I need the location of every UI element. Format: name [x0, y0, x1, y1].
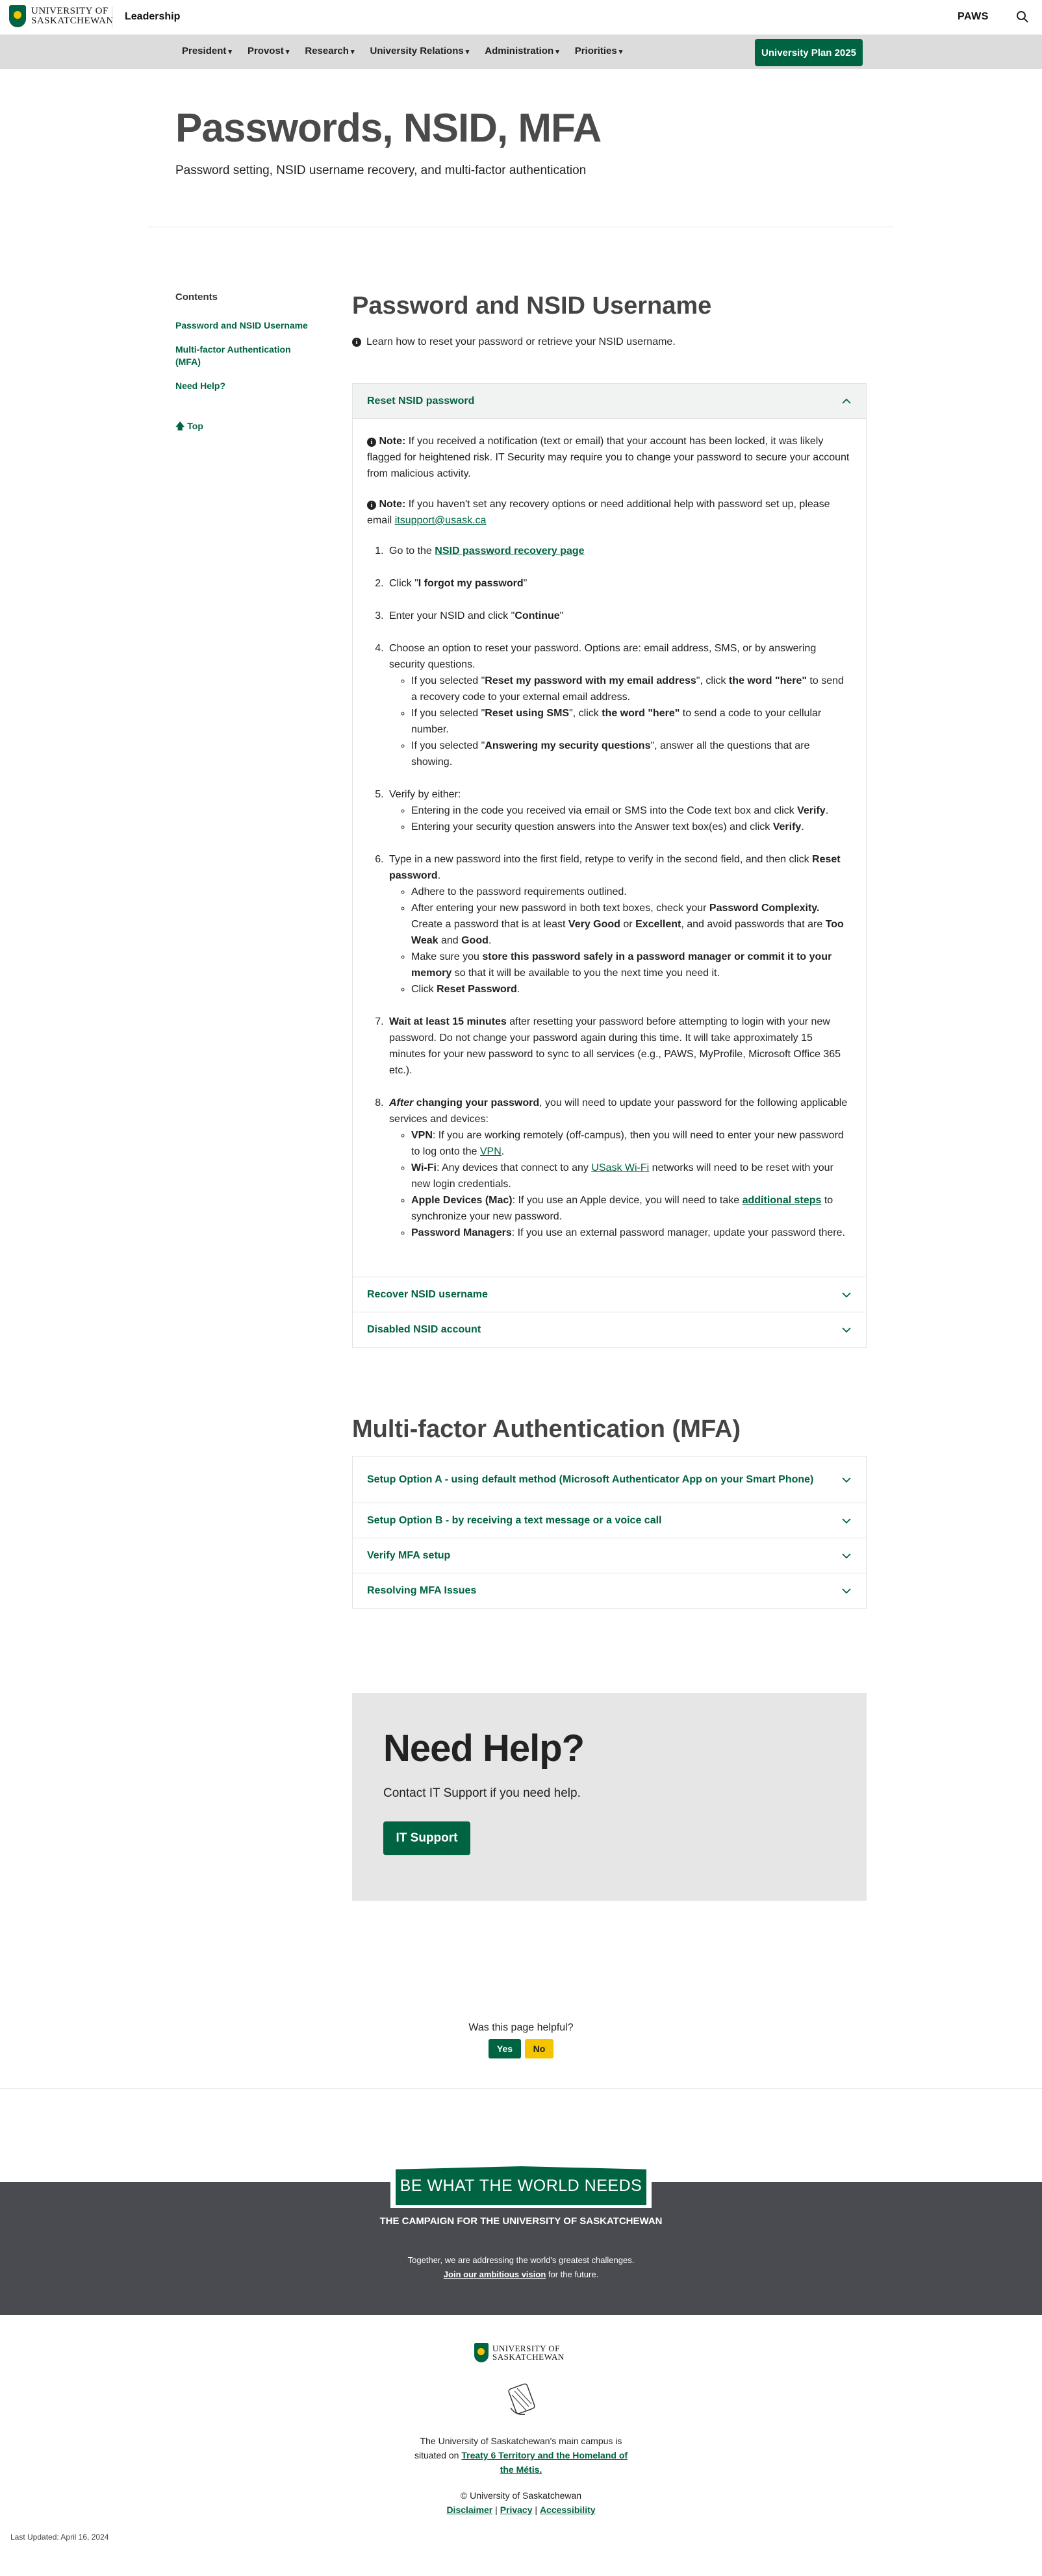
section-title-password: Password and NSID Username [352, 292, 712, 319]
toc-link-help[interactable]: Need Help? [175, 380, 318, 392]
site-name-link[interactable]: Leadership [125, 11, 180, 23]
additional-steps-link[interactable]: additional steps [743, 1195, 822, 1206]
step-2: Click "I forgot my password" [387, 575, 852, 592]
info-icon: i [367, 438, 376, 447]
step-4-email: If you selected "Reset my password with … [411, 673, 852, 705]
vpn-link[interactable]: VPN [480, 1146, 502, 1157]
accordion-disabled-account[interactable]: Disabled NSID account [353, 1312, 866, 1347]
step-8-wifi: Wi-Fi: Any devices that connect to any U… [411, 1160, 852, 1192]
chevron-down-icon [842, 1553, 851, 1558]
logo-line1: UNIVERSITY OF [31, 6, 108, 16]
nav-research[interactable]: Research [305, 45, 354, 56]
divider [0, 2088, 1042, 2089]
campaign-vision-link[interactable]: Join our ambitious vision [444, 2270, 546, 2279]
note-locked: i Note: If you received a notification (… [367, 436, 850, 479]
back-to-top-link[interactable]: 🡅 Top [175, 419, 203, 435]
step-4: Choose an option to reset your password.… [387, 640, 852, 770]
accordion-reset-password[interactable]: Reset NSID password [353, 384, 866, 419]
arrow-up-icon: 🡅 [175, 421, 185, 431]
need-help-panel: Need Help? Contact IT Support if you nee… [352, 1693, 867, 1901]
step-8-vpn: VPN: If you are working remotely (off-ca… [411, 1127, 852, 1160]
accordion-recover-username[interactable]: Recover NSID username [353, 1277, 866, 1312]
step-8-password-managers: Password Managers: If you use an externa… [411, 1225, 852, 1241]
main-nav: President Provost Research University Re… [0, 35, 1042, 69]
disclaimer-link[interactable]: Disclaimer [446, 2505, 492, 2515]
accordion-verify-mfa[interactable]: Verify MFA setup [353, 1538, 866, 1573]
search-icon[interactable] [1016, 10, 1029, 23]
accordion-mfa-option-b[interactable]: Setup Option B - by receiving a text mes… [353, 1503, 866, 1538]
page-title: Passwords, NSID, MFA [175, 106, 602, 151]
section-intro: i Learn how to reset your password or re… [352, 336, 676, 348]
contents-title: Contents [175, 292, 218, 303]
paws-link[interactable]: PAWS [958, 11, 989, 23]
table-of-contents: Password and NSID Username Multi-factor … [175, 319, 318, 404]
chevron-down-icon [842, 1477, 851, 1482]
chevron-down-icon [842, 1518, 851, 1523]
nav-provost[interactable]: Provost [248, 45, 289, 56]
step-5: Verify by either: Entering in the code y… [387, 786, 852, 835]
it-support-button[interactable]: IT Support [383, 1821, 470, 1855]
step-4-sms: If you selected "Reset using SMS", click… [411, 705, 852, 738]
chevron-down-icon [842, 1588, 851, 1594]
feedback-no-button[interactable]: No [525, 2039, 553, 2058]
shield-icon [9, 5, 26, 27]
nsid-recovery-link[interactable]: NSID password recovery page [435, 545, 584, 556]
nav-president[interactable]: President [182, 45, 232, 56]
step-5-code: Entering in the code you received via em… [411, 803, 852, 819]
treaty-seal-icon [508, 2383, 535, 2416]
password-accordion: Reset NSID password i Note: If you recei… [352, 383, 867, 1348]
campaign-badge[interactable]: BE WHAT THE WORLD NEEDS [396, 2166, 646, 2205]
step-5-answers: Entering your security question answers … [411, 819, 852, 835]
step-1: Go to the NSID password recovery page [387, 543, 852, 559]
accessibility-link[interactable]: Accessibility [540, 2505, 596, 2515]
treaty-6-link[interactable]: Treaty 6 Territory and the Homeland of t… [461, 2450, 628, 2475]
section-title-mfa: Multi-factor Authentication (MFA) [352, 1416, 741, 1443]
top-bar: UNIVERSITY OF SASKATCHEWAN Leadership PA… [0, 0, 1042, 35]
university-plan-button[interactable]: University Plan 2025 [755, 39, 863, 66]
accordion-panel-reset-password: i Note: If you received a notification (… [353, 419, 866, 1277]
step-6: Type in a new password into the first fi… [387, 851, 852, 997]
step-3: Enter your NSID and click "Continue" [387, 608, 852, 624]
itsupport-email-link[interactable]: itsupport@usask.ca [395, 515, 487, 526]
footer-copyright: © University of Saskatchewan Disclaimer … [446, 2490, 596, 2515]
mfa-accordion: Setup Option A - using default method (M… [352, 1456, 867, 1609]
step-7: Wait at least 15 minutes after resetting… [387, 1014, 852, 1079]
chevron-up-icon [842, 398, 851, 404]
nav-university-relations[interactable]: University Relations [370, 45, 470, 56]
shield-icon [474, 2343, 489, 2362]
step-6-requirements: Adhere to the password requirements outl… [411, 884, 852, 900]
accordion-mfa-option-a[interactable]: Setup Option A - using default method (M… [353, 1457, 866, 1503]
step-6-click-reset: Click Reset Password. [411, 981, 852, 997]
note-recovery: i Note: If you haven't set any recovery … [367, 499, 830, 526]
info-icon: i [352, 338, 361, 347]
reset-steps-list: Go to the NSID password recovery page Cl… [367, 543, 852, 1241]
campaign-title: THE CAMPAIGN FOR THE UNIVERSITY OF SASKA… [379, 2216, 663, 2227]
last-updated: Last Updated: April 16, 2024 [10, 2532, 109, 2542]
need-help-text: Contact IT Support if you need help. [383, 1786, 581, 1800]
usask-wifi-link[interactable]: USask Wi-Fi [591, 1162, 649, 1173]
page-subtitle: Password setting, NSID username recovery… [175, 164, 587, 177]
nav-administration[interactable]: Administration [485, 45, 559, 56]
need-help-title: Need Help? [383, 1727, 585, 1769]
footer-logo[interactable]: UNIVERSITY OF SASKATCHEWAN [474, 2343, 565, 2362]
feedback-question: Was this page helpful? [468, 2022, 574, 2033]
step-4-questions: If you selected "Answering my security q… [411, 738, 852, 770]
step-6-store: Make sure you store this password safely… [411, 949, 852, 981]
nav-priorities[interactable]: Priorities [575, 45, 623, 56]
land-acknowledgement: The University of Saskatchewan's main ca… [414, 2436, 628, 2475]
toc-link-mfa[interactable]: Multi-factor Authentication (MFA) [175, 344, 318, 368]
chevron-down-icon [842, 1292, 851, 1297]
step-6-complexity: After entering your new password in both… [411, 900, 852, 949]
privacy-link[interactable]: Privacy [500, 2505, 533, 2515]
step-8: After changing your password, you will n… [387, 1095, 852, 1241]
feedback-yes-button[interactable]: Yes [489, 2039, 521, 2058]
accordion-resolving-mfa[interactable]: Resolving MFA Issues [353, 1573, 866, 1608]
step-8-apple: Apple Devices (Mac): If you use an Apple… [411, 1192, 852, 1225]
chevron-down-icon [842, 1327, 851, 1333]
toc-link-password[interactable]: Password and NSID Username [175, 319, 318, 332]
university-logo[interactable]: UNIVERSITY OF SASKATCHEWAN [9, 5, 114, 27]
logo-line2: SASKATCHEWAN [31, 16, 114, 26]
campaign-text: Together, we are addressing the world's … [407, 2255, 635, 2279]
info-icon: i [367, 501, 376, 510]
